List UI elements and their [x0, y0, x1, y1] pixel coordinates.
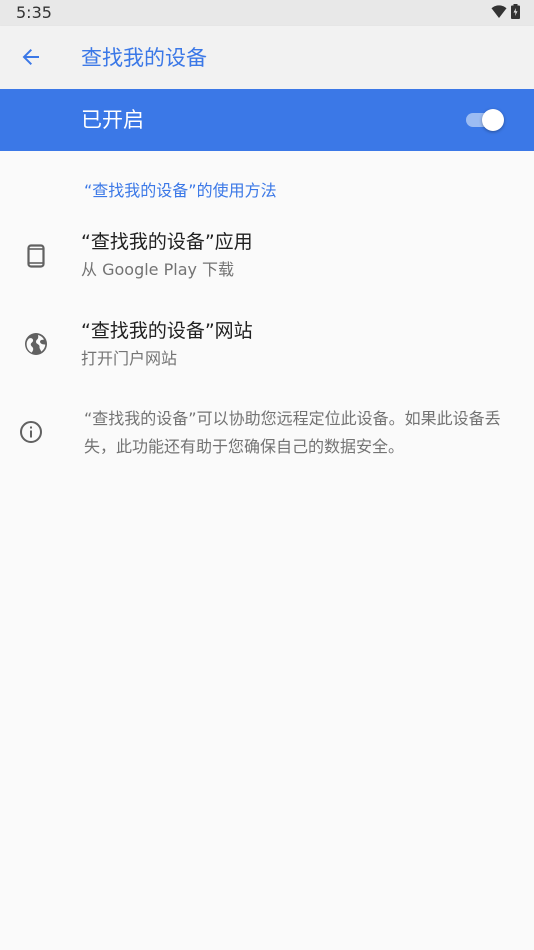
battery-charging-icon	[511, 4, 520, 23]
arrow-back-icon	[21, 47, 41, 71]
page-title: 查找我的设备	[81, 46, 207, 70]
master-switch-toggle[interactable]	[464, 108, 506, 132]
item-title: “查找我的设备”网站	[81, 320, 253, 342]
item-title: “查找我的设备”应用	[81, 231, 253, 253]
status-time: 5:35	[16, 3, 52, 22]
app-bar: 查找我的设备	[0, 26, 534, 89]
find-device-app-item[interactable]: “查找我的设备”应用 从 Google Play 下载	[0, 222, 534, 306]
master-switch-bar[interactable]: 已开启	[0, 89, 534, 151]
phone-icon	[22, 242, 50, 270]
find-device-website-item[interactable]: “查找我的设备”网站 打开门户网站	[0, 312, 534, 396]
info-icon	[18, 419, 44, 445]
master-switch-label: 已开启	[81, 108, 144, 132]
section-header: “查找我的设备”的使用方法	[84, 181, 277, 200]
item-subtitle: 从 Google Play 下载	[81, 260, 235, 279]
back-button[interactable]	[16, 44, 46, 74]
status-icons	[491, 4, 520, 23]
wifi-icon	[491, 4, 507, 23]
status-bar: 5:35	[0, 0, 534, 26]
info-text: “查找我的设备”可以协助您远程定位此设备。如果此设备丢失，此功能还有助于您确保自…	[84, 409, 501, 456]
globe-icon	[22, 330, 50, 358]
item-subtitle: 打开门户网站	[81, 349, 178, 368]
toggle-thumb	[482, 109, 504, 131]
